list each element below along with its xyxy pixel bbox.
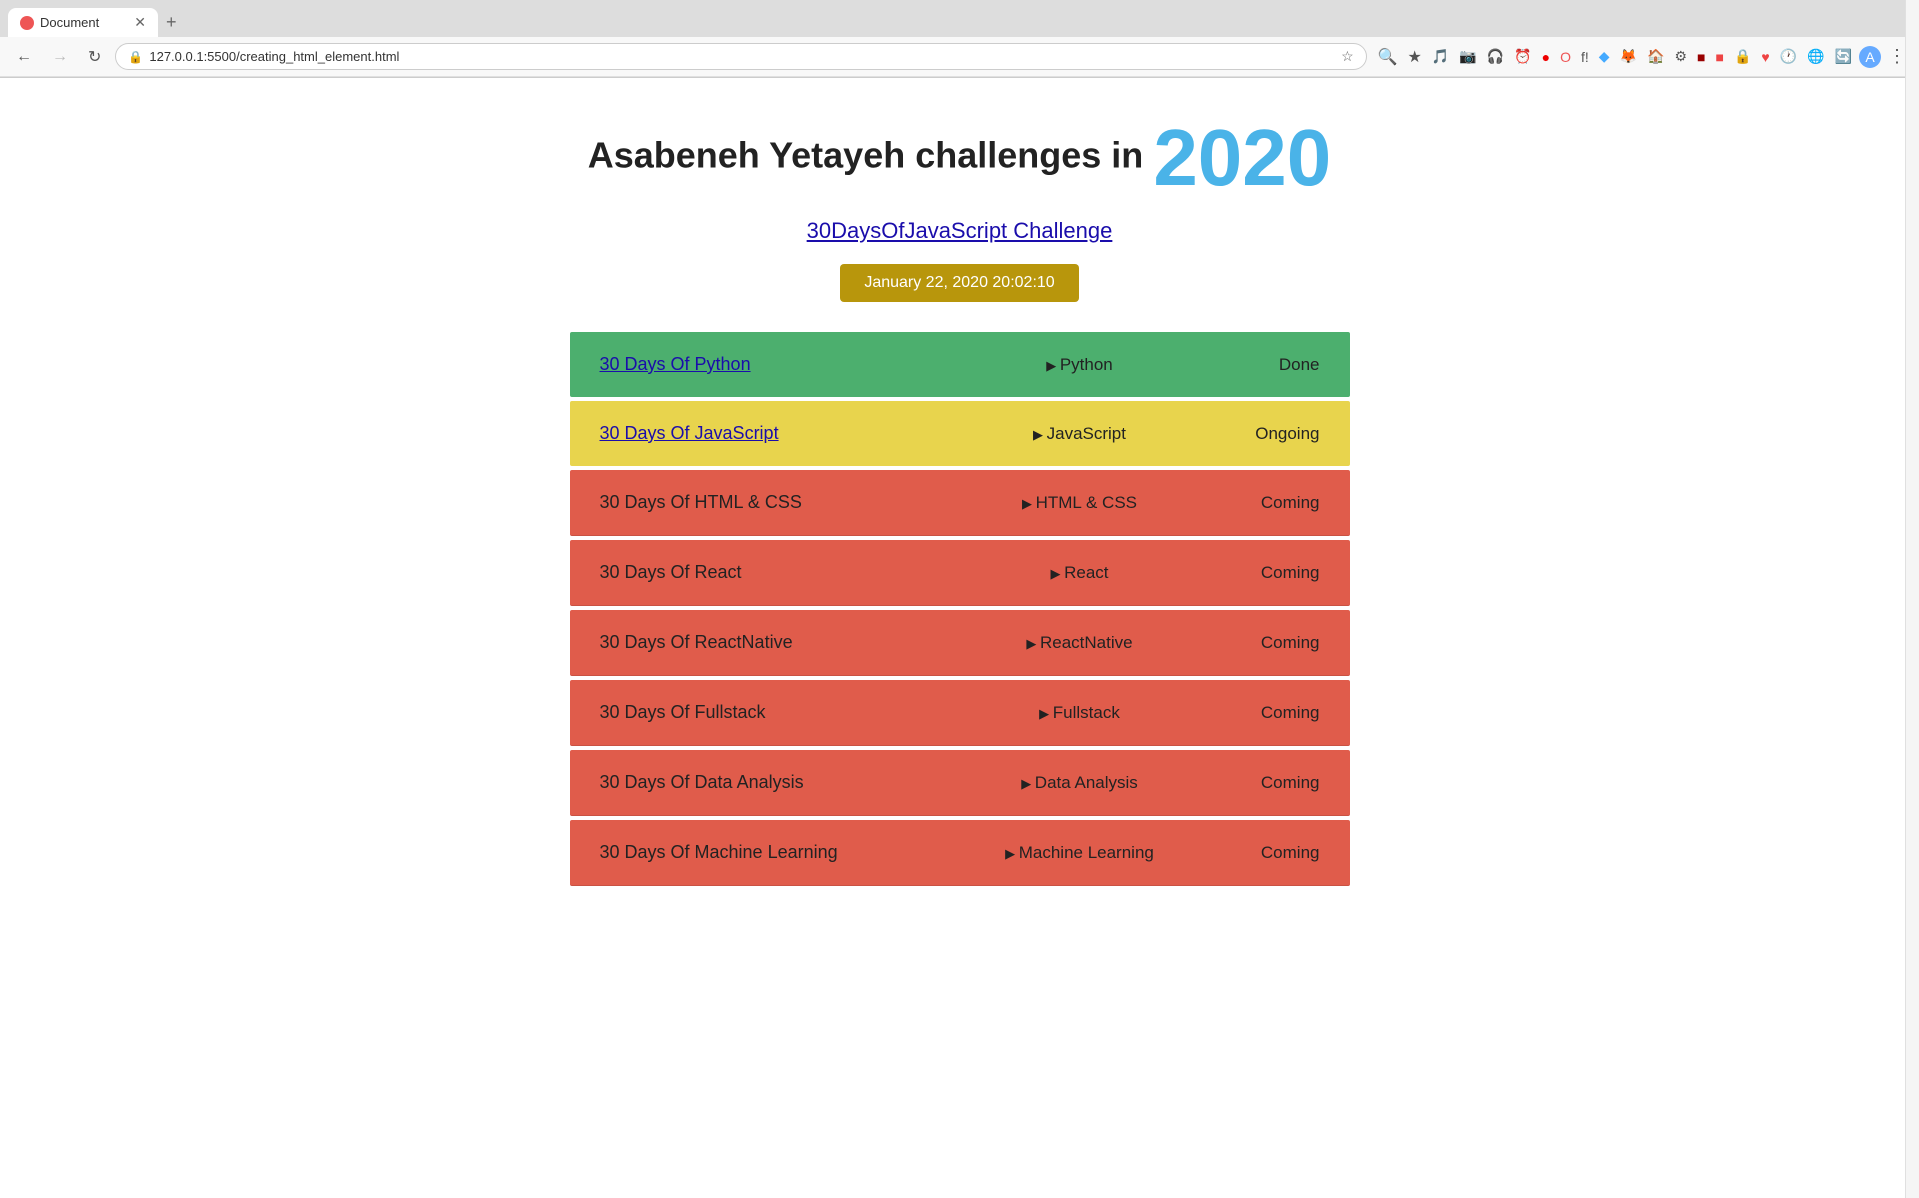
profile-icon[interactable]: A (1859, 46, 1881, 68)
ext-icon-9[interactable]: 🦊 (1617, 46, 1640, 67)
challenge-tech: Machine Learning (920, 843, 1240, 863)
page-content: Asabeneh Yetayeh challenges in 2020 30Da… (0, 78, 1919, 950)
zoom-icon[interactable]: 🔍 (1375, 45, 1401, 69)
toolbar-icons: 🔍 ★ 🎵 📷 🎧 ⏰ ● O f! ◆ 🦊 🏠 ⚙ ■ ■ 🔒 ♥ 🕐 🌐 🔄… (1375, 44, 1909, 69)
challenge-title[interactable]: 30 Days Of Python (600, 354, 920, 375)
challenge-title: 30 Days Of React (600, 562, 920, 583)
challenge-row: 30 Days Of HTML & CSSHTML & CSSComing (570, 470, 1350, 536)
challenge-tech: ReactNative (920, 633, 1240, 653)
challenge-title: 30 Days Of ReactNative (600, 632, 920, 653)
challenge-row: 30 Days Of JavaScript JavaScriptOngoing (570, 401, 1350, 466)
ext-icon-7[interactable]: f! (1578, 47, 1592, 67)
challenge-tech: Data Analysis (920, 773, 1240, 793)
browser-chrome: Document ✕ + ← → ↻ 🔒 127.0.0.1:5500/crea… (0, 0, 1919, 78)
challenge-row: 30 Days Of ReactReactComing (570, 540, 1350, 606)
main-title: Asabeneh Yetayeh challenges in 2020 (588, 118, 1332, 198)
address-bar[interactable]: 🔒 127.0.0.1:5500/creating_html_element.h… (115, 43, 1366, 70)
tab-favicon (20, 16, 34, 30)
forward-button[interactable]: → (46, 46, 74, 68)
ext-icon-14[interactable]: 🔒 (1731, 46, 1754, 67)
challenge-title: 30 Days Of Machine Learning (600, 842, 920, 863)
challenge-tech: JavaScript (920, 424, 1240, 444)
challenge-row: 30 Days Of ReactNativeReactNativeComing (570, 610, 1350, 676)
ext-icon-4[interactable]: ⏰ (1511, 46, 1534, 67)
challenge-tech: React (920, 563, 1240, 583)
challenge-status: Coming (1240, 493, 1320, 513)
reload-button[interactable]: ↻ (82, 45, 107, 69)
challenge-status: Coming (1240, 633, 1320, 653)
ext-icon-1[interactable]: 🎵 (1429, 46, 1452, 67)
challenge-status: Coming (1240, 563, 1320, 583)
ext-icon-10[interactable]: 🏠 (1644, 46, 1667, 67)
bookmark-icon[interactable]: ★ (1405, 45, 1425, 69)
challenge-title[interactable]: 30 Days Of JavaScript (600, 423, 920, 444)
challenge-row: 30 Days Of Machine LearningMachine Learn… (570, 820, 1350, 886)
challenge-title: 30 Days Of Data Analysis (600, 772, 920, 793)
browser-tab[interactable]: Document ✕ (8, 8, 158, 37)
ext-icon-11[interactable]: ⚙ (1671, 46, 1690, 67)
ext-icon-8[interactable]: ◆ (1596, 46, 1613, 67)
challenge-row: 30 Days Of Data AnalysisData AnalysisCom… (570, 750, 1350, 816)
challenge-title: 30 Days Of HTML & CSS (600, 492, 920, 513)
datetime-badge: January 22, 2020 20:02:10 (840, 264, 1078, 302)
nav-bar: ← → ↻ 🔒 127.0.0.1:5500/creating_html_ele… (0, 37, 1919, 77)
challenge-status: Coming (1240, 773, 1320, 793)
scrollbar[interactable] (1905, 0, 1919, 1198)
ext-icon-5[interactable]: ● (1539, 47, 1553, 67)
challenge-status: Coming (1240, 843, 1320, 863)
challenge-tech: Python (920, 355, 1240, 375)
ext-icon-3[interactable]: 🎧 (1484, 46, 1507, 67)
ext-icon-17[interactable]: 🌐 (1804, 46, 1827, 67)
challenge-title-link[interactable]: 30 Days Of JavaScript (600, 423, 779, 443)
challenges-container: 30 Days Of Python PythonDone 30 Days Of Ja… (570, 332, 1350, 890)
ext-icon-15[interactable]: ♥ (1758, 47, 1772, 67)
challenge-row: 30 Days Of Python PythonDone (570, 332, 1350, 397)
back-button[interactable]: ← (10, 46, 38, 68)
year-text: 2020 (1153, 113, 1331, 202)
challenge-link[interactable]: 30DaysOfJavaScript Challenge (807, 218, 1113, 244)
challenge-status: Ongoing (1240, 424, 1320, 444)
tab-title: Document (40, 15, 99, 30)
challenge-status: Done (1240, 355, 1320, 375)
challenge-tech: HTML & CSS (920, 493, 1240, 513)
ext-icon-6[interactable]: O (1557, 47, 1574, 67)
tab-bar: Document ✕ + (0, 0, 1919, 37)
new-tab-button[interactable]: + (158, 8, 185, 37)
challenge-row: 30 Days Of FullstackFullstackComing (570, 680, 1350, 746)
main-title-text: Asabeneh Yetayeh challenges in (588, 135, 1144, 176)
ext-icon-13[interactable]: ■ (1712, 47, 1726, 67)
challenge-title: 30 Days Of Fullstack (600, 702, 920, 723)
challenge-tech: Fullstack (920, 703, 1240, 723)
tab-close-button[interactable]: ✕ (134, 14, 146, 31)
ext-icon-16[interactable]: 🕐 (1777, 46, 1800, 67)
challenge-status: Coming (1240, 703, 1320, 723)
ext-icon-12[interactable]: ■ (1694, 47, 1708, 67)
ext-icon-18[interactable]: 🔄 (1832, 46, 1855, 67)
star-icon[interactable]: ☆ (1341, 48, 1354, 65)
lock-icon: 🔒 (128, 50, 143, 64)
url-text: 127.0.0.1:5500/creating_html_element.htm… (149, 49, 1335, 64)
challenge-title-link[interactable]: 30 Days Of Python (600, 354, 751, 374)
ext-icon-2[interactable]: 📷 (1456, 46, 1479, 67)
